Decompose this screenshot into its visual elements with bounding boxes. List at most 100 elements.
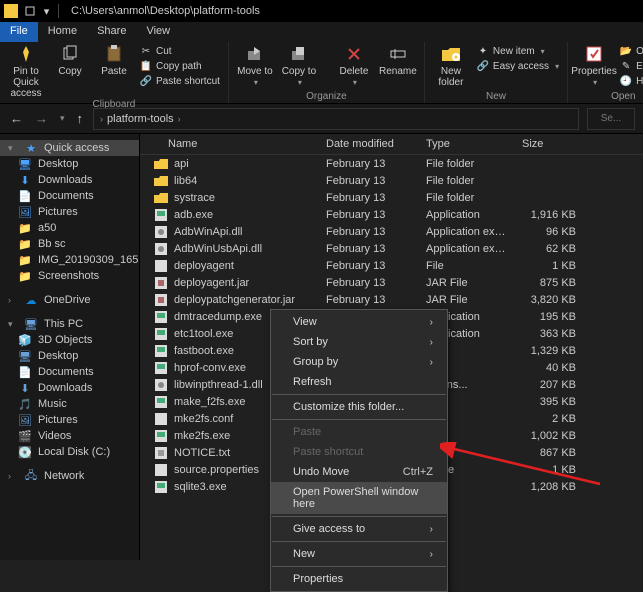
file-row[interactable]: systraceFebruary 13File folder — [140, 189, 643, 206]
folder-app-icon — [4, 4, 18, 18]
file-icon — [154, 430, 168, 442]
sidebar-item[interactable]: 📁a50 — [0, 220, 139, 236]
tab-share[interactable]: Share — [87, 22, 136, 42]
file-icon — [154, 175, 168, 187]
folder-icon: ⬇ — [18, 174, 32, 186]
sidebar-item[interactable]: 📁Bb sc — [0, 236, 139, 252]
easy-access-button[interactable]: 🔗Easy access▾ — [475, 59, 561, 73]
sidebar-item[interactable]: ⬇Downloads — [0, 172, 139, 188]
ctx-sort-by[interactable]: Sort by› — [271, 332, 447, 352]
file-name: libwinpthread-1.dll — [174, 379, 263, 391]
file-type: JAR File — [418, 294, 514, 306]
file-name: fastboot.exe — [174, 345, 234, 357]
new-folder-button[interactable]: ✦ New folder — [431, 44, 471, 88]
sidebar-item[interactable]: 🖥Desktop — [0, 348, 139, 364]
col-type[interactable]: Type — [418, 134, 514, 154]
paste-shortcut-button[interactable]: 🔗Paste shortcut — [138, 74, 222, 88]
file-row[interactable]: deployagentFebruary 13File1 KB — [140, 257, 643, 274]
sidebar-item[interactable]: 🖥Desktop — [0, 156, 139, 172]
ctx-refresh[interactable]: Refresh — [271, 372, 447, 392]
search-input[interactable]: Se... — [587, 108, 635, 130]
file-icon — [154, 328, 168, 340]
file-row[interactable]: AdbWinApi.dllFebruary 13Application exte… — [140, 223, 643, 240]
open-button[interactable]: 📂Open▾ — [618, 44, 643, 58]
sidebar-this-pc[interactable]: ▾🖥This PC — [0, 316, 139, 332]
ctx-open-powershell[interactable]: Open PowerShell window here — [271, 482, 447, 514]
forward-button[interactable]: → — [33, 111, 50, 126]
navigation-pane: ▾★Quick access 🖥Desktop⬇Downloads📄Docume… — [0, 134, 140, 560]
ribbon-tabs: File Home Share View — [0, 22, 643, 42]
sidebar-item[interactable]: 💽Local Disk (C:) — [0, 444, 139, 460]
ctx-properties[interactable]: Properties — [271, 569, 447, 589]
recent-dropdown-icon[interactable]: ▾ — [58, 113, 67, 124]
file-icon — [154, 464, 168, 476]
breadcrumb-item[interactable]: platform-tools — [107, 113, 174, 125]
pin-quick-access-button[interactable]: Pin to Quick access — [6, 44, 46, 99]
sidebar-item[interactable]: 🖼Pictures — [0, 412, 139, 428]
file-row[interactable]: AdbWinUsbApi.dllFebruary 13Application e… — [140, 240, 643, 257]
move-to-button[interactable]: Move to▾ — [235, 44, 275, 88]
sidebar-item[interactable]: 📄Documents — [0, 188, 139, 204]
col-size[interactable]: Size — [514, 134, 584, 154]
file-row[interactable]: adb.exeFebruary 13Application1,916 KB — [140, 206, 643, 223]
history-button[interactable]: 🕘History — [618, 74, 643, 88]
sidebar-network[interactable]: ›🖧Network — [0, 468, 139, 484]
sidebar-item[interactable]: 📁IMG_20190309_165 — [0, 252, 139, 268]
sidebar-item[interactable]: 📄Documents — [0, 364, 139, 380]
sidebar-onedrive[interactable]: ›☁OneDrive — [0, 292, 139, 308]
edit-button[interactable]: ✎Edit — [618, 59, 643, 73]
col-date[interactable]: Date modified — [318, 134, 418, 154]
properties-button[interactable]: Properties▾ — [574, 44, 614, 88]
sidebar-quick-access[interactable]: ▾★Quick access — [0, 140, 139, 156]
cut-button[interactable]: ✂Cut — [138, 44, 222, 58]
qat-dropdown-icon[interactable]: ▾ — [41, 6, 52, 17]
ctx-new[interactable]: New› — [271, 544, 447, 564]
file-menu[interactable]: File — [0, 22, 38, 42]
delete-button[interactable]: Delete▾ — [334, 44, 374, 88]
copy-button[interactable]: Copy — [50, 44, 90, 77]
back-button[interactable]: ← — [8, 111, 25, 126]
file-name: deployagent.jar — [174, 277, 249, 289]
monitor-icon: 🖥 — [24, 318, 38, 330]
file-size: 195 KB — [514, 311, 584, 323]
file-type: File folder — [418, 175, 514, 187]
qat-button[interactable] — [24, 6, 35, 17]
copy-path-button[interactable]: 📋Copy path — [138, 59, 222, 73]
sidebar-item[interactable]: 📁Screenshots — [0, 268, 139, 284]
ctx-view[interactable]: View› — [271, 312, 447, 332]
sidebar-item[interactable]: 🎵Music — [0, 396, 139, 412]
file-size: 1,916 KB — [514, 209, 584, 221]
scissors-icon: ✂ — [140, 45, 152, 57]
file-row[interactable]: deployagent.jarFebruary 13JAR File875 KB — [140, 274, 643, 291]
paste-button[interactable]: Paste — [94, 44, 134, 77]
file-size: 1,208 KB — [514, 481, 584, 493]
sidebar-item[interactable]: 🧊3D Objects — [0, 332, 139, 348]
sidebar-item[interactable]: 🎬Videos — [0, 428, 139, 444]
ctx-undo-move[interactable]: Undo MoveCtrl+Z — [271, 462, 447, 482]
group-organize-label: Organize — [235, 91, 418, 103]
chevron-right-icon: › — [430, 317, 433, 328]
file-date: February 13 — [318, 209, 418, 221]
rename-button[interactable]: Rename — [378, 44, 418, 77]
tab-home[interactable]: Home — [38, 22, 87, 42]
file-icon — [154, 277, 168, 289]
sidebar-item[interactable]: ⬇Downloads — [0, 380, 139, 396]
title-bar: ▾ C:\Users\anmol\Desktop\platform-tools — [0, 0, 643, 22]
file-date: February 13 — [318, 294, 418, 306]
ctx-give-access[interactable]: Give access to› — [271, 519, 447, 539]
file-row[interactable]: lib64February 13File folder — [140, 172, 643, 189]
up-button[interactable]: ↑ — [75, 111, 86, 126]
ctx-customize[interactable]: Customize this folder... — [271, 397, 447, 417]
sidebar-item[interactable]: 🖼Pictures — [0, 204, 139, 220]
new-item-button[interactable]: ✦New item▾ — [475, 44, 561, 58]
file-list-pane[interactable]: Name Date modified Type Size apiFebruary… — [140, 134, 643, 560]
address-bar[interactable]: › platform-tools › — [93, 108, 579, 130]
ctx-group-by[interactable]: Group by› — [271, 352, 447, 372]
tab-view[interactable]: View — [136, 22, 180, 42]
copy-to-button[interactable]: Copy to▾ — [279, 44, 319, 88]
moveto-icon — [245, 44, 265, 64]
file-row[interactable]: deploypatchgenerator.jarFebruary 13JAR F… — [140, 291, 643, 308]
col-name[interactable]: Name — [140, 134, 318, 154]
file-name: hprof-conv.exe — [174, 362, 246, 374]
file-row[interactable]: apiFebruary 13File folder — [140, 155, 643, 172]
